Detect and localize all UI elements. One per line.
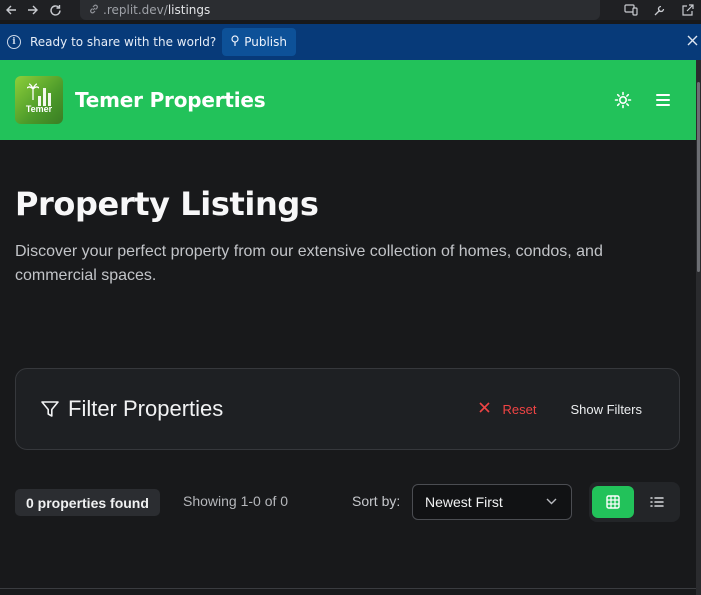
arrow-right-icon [28, 5, 38, 15]
url-path: listings [167, 3, 211, 17]
forward-button[interactable] [22, 0, 44, 20]
filter-title: Filter Properties [68, 396, 224, 421]
tools-button[interactable] [647, 0, 671, 20]
site-header: Temer Temer Properties [0, 60, 696, 140]
back-button[interactable] [0, 0, 22, 20]
sort-value: Newest First [425, 494, 503, 510]
list-view-button[interactable] [637, 486, 677, 518]
close-banner-icon[interactable] [687, 34, 698, 50]
publish-button[interactable]: Publish [222, 28, 296, 56]
chevron-down-icon [546, 496, 557, 508]
page-scrollbar[interactable] [696, 60, 701, 595]
devices-icon [624, 4, 638, 16]
close-x-icon [478, 400, 490, 418]
brand-name[interactable]: Temer Properties [75, 88, 266, 112]
open-new-tab-button[interactable] [675, 0, 699, 20]
show-filters-button[interactable]: Show Filters [570, 402, 642, 417]
hamburger-menu-icon[interactable] [656, 94, 670, 106]
reload-icon [49, 4, 61, 16]
sort-select[interactable]: Newest First [412, 484, 572, 520]
share-banner: i Ready to share with the world? Publish [0, 24, 701, 60]
publish-label: Publish [244, 35, 287, 49]
grid-icon [606, 495, 620, 509]
page-title: Property Listings [15, 185, 319, 223]
brand-logo[interactable]: Temer [15, 76, 63, 124]
external-link-icon [681, 3, 694, 16]
sun-icon[interactable] [614, 91, 632, 109]
sort-label: Sort by: [352, 493, 401, 509]
view-mode-toggle [589, 482, 680, 522]
link-icon [88, 3, 100, 18]
address-bar[interactable]: .replit.dev/listings [80, 0, 600, 20]
arrow-left-icon [6, 5, 16, 15]
scrollbar-thumb[interactable] [697, 82, 700, 272]
page-description: Discover your perfect property from our … [15, 243, 603, 284]
filter-funnel-icon [40, 399, 60, 419]
wrench-icon [654, 5, 664, 15]
results-count-badge: 0 properties found [15, 489, 160, 516]
devices-button[interactable] [619, 0, 643, 20]
results-range: Showing 1-0 of 0 [183, 493, 289, 509]
reset-label: Reset [502, 401, 537, 417]
share-message: Ready to share with the world? [30, 35, 217, 49]
reset-filters-button[interactable]: Reset [478, 400, 537, 418]
info-icon: i [7, 35, 21, 49]
browser-toolbar: .replit.dev/listings [0, 0, 701, 20]
logo-text: Temer [25, 104, 53, 114]
url-host: .replit.dev/ [103, 3, 168, 17]
publish-pin-icon [230, 34, 240, 50]
reload-button[interactable] [44, 0, 66, 20]
grid-view-button[interactable] [592, 486, 634, 518]
filter-panel: Filter Properties Reset Show Filters [15, 368, 680, 450]
list-icon [650, 497, 664, 507]
divider [0, 588, 696, 589]
